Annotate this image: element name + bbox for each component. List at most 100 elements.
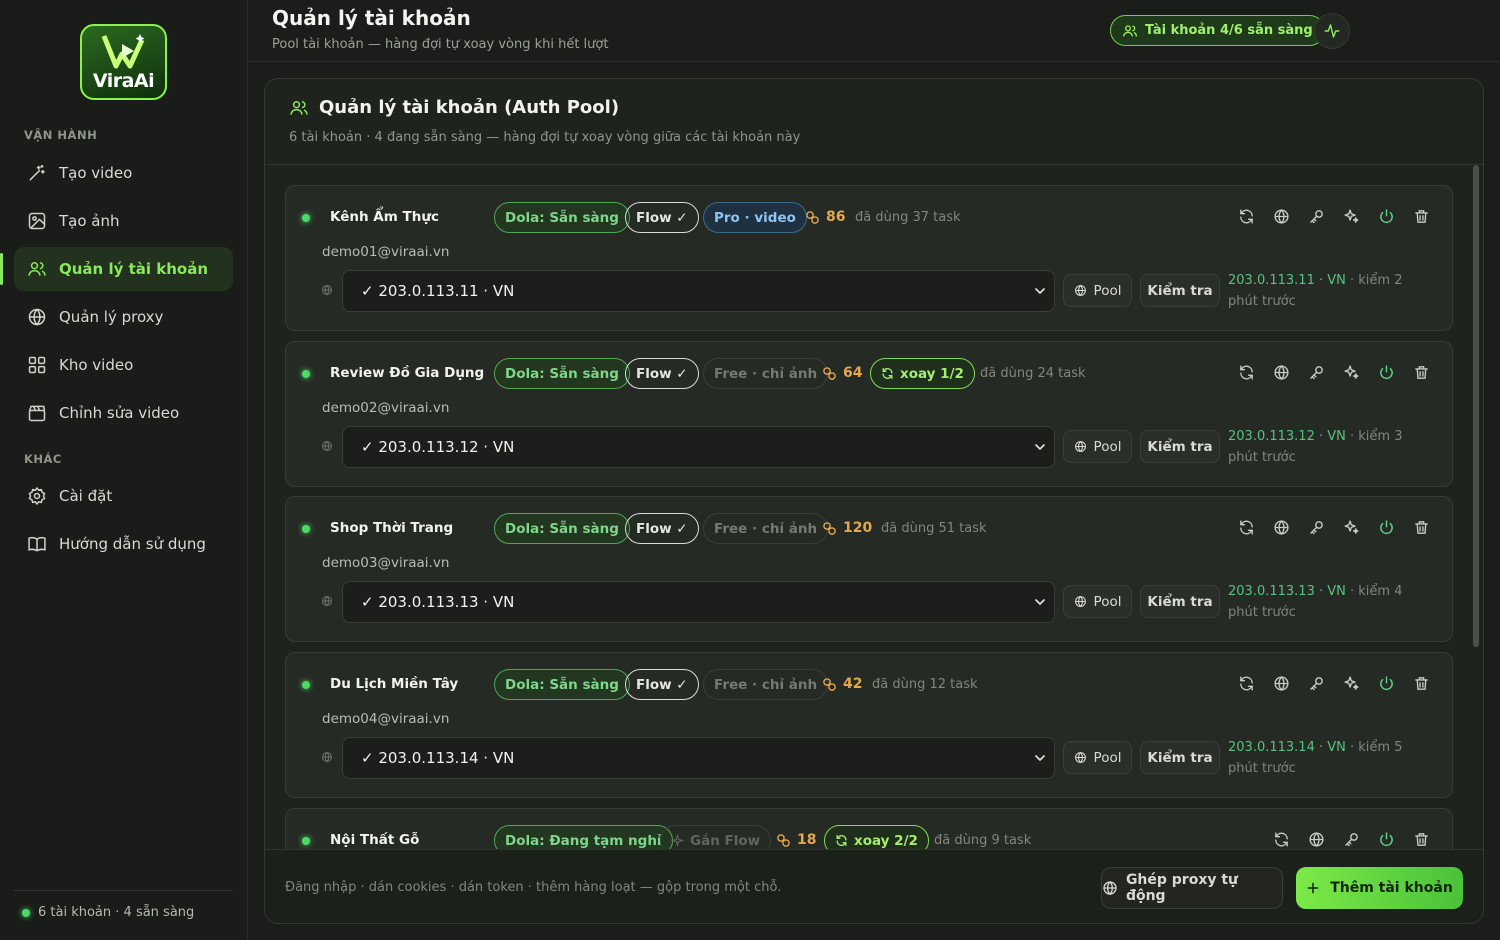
check-button[interactable]: Kiểm tra xyxy=(1140,274,1220,307)
power-icon[interactable] xyxy=(1378,364,1395,381)
wand-icon xyxy=(29,164,45,181)
nav-label: Tạo ảnh xyxy=(59,212,120,230)
scrollbar[interactable] xyxy=(1473,165,1479,647)
app-logo[interactable]: ViraAi xyxy=(80,24,167,100)
flow-status-badge[interactable]: Flow ✓ xyxy=(625,669,699,700)
proxy-select[interactable]: ✓ 203.0.113.14 · VN xyxy=(342,737,1055,779)
credits-value: 86 xyxy=(826,209,846,225)
sparkle-icon[interactable] xyxy=(1343,519,1360,536)
proxy-ip: 203.0.113.14 · VN xyxy=(1228,740,1346,755)
logo-text: ViraAi xyxy=(92,70,155,92)
card-actions xyxy=(1238,364,1430,381)
nav-item-create-video[interactable]: Tạo video xyxy=(14,151,233,195)
trash-icon[interactable] xyxy=(1413,675,1430,692)
proxy-select-value: ✓ 203.0.113.14 · VN xyxy=(361,749,515,767)
credits-count: 64 xyxy=(822,365,862,381)
trash-icon[interactable] xyxy=(1413,519,1430,536)
proxy-ip: 203.0.113.13 · VN xyxy=(1228,584,1346,599)
trash-icon[interactable] xyxy=(1413,364,1430,381)
account-status-pill[interactable]: Tài khoản 4/6 sẵn sàng xyxy=(1110,15,1325,46)
dola-status-badge[interactable]: Dola: Đang tạm nghỉ xyxy=(494,825,673,849)
auto-proxy-button[interactable]: Ghép proxy tự động xyxy=(1101,867,1283,909)
nav-item-settings[interactable]: Cài đặt xyxy=(14,474,233,518)
power-icon[interactable] xyxy=(1378,831,1395,848)
check-button[interactable]: Kiểm tra xyxy=(1140,585,1220,618)
key-icon[interactable] xyxy=(1308,364,1325,381)
nav-item-accounts[interactable]: Quản lý tài khoản xyxy=(0,247,233,291)
dola-status-badge[interactable]: Dola: Sẵn sàng xyxy=(494,669,630,700)
nav-label: Quản lý tài khoản xyxy=(59,260,209,278)
flow-status-badge[interactable]: Flow ✓ xyxy=(625,513,699,544)
globe-icon[interactable] xyxy=(1308,831,1325,848)
key-icon[interactable] xyxy=(1343,831,1360,848)
sparkle-icon[interactable] xyxy=(1343,208,1360,225)
globe-icon xyxy=(321,440,333,456)
key-icon[interactable] xyxy=(1308,208,1325,225)
dola-status-badge[interactable]: Dola: Sẵn sàng xyxy=(494,513,630,544)
nav-item-edit-video[interactable]: Chỉnh sửa video xyxy=(14,391,233,435)
refresh-icon[interactable] xyxy=(1238,364,1255,381)
key-icon[interactable] xyxy=(1308,675,1325,692)
refresh-icon[interactable] xyxy=(1238,208,1255,225)
globe-icon[interactable] xyxy=(1273,675,1290,692)
credits-value: 18 xyxy=(797,832,817,848)
nav-item-video-library[interactable]: Kho video xyxy=(14,343,233,387)
globe-icon[interactable] xyxy=(1273,519,1290,536)
account-name: Kênh Ẩm Thực xyxy=(330,209,439,225)
coins-icon xyxy=(823,521,836,535)
account-name: Du Lịch Miền Tây xyxy=(330,676,459,692)
trash-icon[interactable] xyxy=(1413,831,1430,848)
pool-button[interactable]: Pool xyxy=(1063,430,1132,463)
proxy-select[interactable]: ✓ 203.0.113.13 · VN xyxy=(342,581,1055,623)
nav-item-proxy[interactable]: Quản lý proxy xyxy=(14,295,233,339)
globe-icon[interactable] xyxy=(1273,364,1290,381)
check-button[interactable]: Kiểm tra xyxy=(1140,430,1220,463)
used-tasks: đã dùng 24 task xyxy=(980,366,1086,381)
sidebar-footer: 6 tài khoản · 4 sẵn sàng xyxy=(14,890,233,920)
proxy-check-info: 203.0.113.13 · VN · kiểm 4 phút trước xyxy=(1228,581,1428,623)
refresh-icon[interactable] xyxy=(1273,831,1290,848)
add-account-button[interactable]: Thêm tài khoản xyxy=(1296,867,1463,909)
panel-footer: Đăng nhập · dán cookies · dán token · th… xyxy=(265,849,1483,923)
auth-pool-panel: Quản lý tài khoản (Auth Pool) 6 tài khoả… xyxy=(264,78,1484,924)
pool-button[interactable]: Pool xyxy=(1063,274,1132,307)
flow-status-badge[interactable]: Flow ✓ xyxy=(625,358,699,389)
pool-label: Pool xyxy=(1093,438,1122,455)
check-button[interactable]: Kiểm tra xyxy=(1140,741,1220,774)
power-icon[interactable] xyxy=(1378,208,1395,225)
proxy-select[interactable]: ✓ 203.0.113.11 · VN xyxy=(342,270,1055,312)
sparkle-icon[interactable] xyxy=(1343,675,1360,692)
pool-label: Pool xyxy=(1093,282,1122,299)
auto-proxy-label: Ghép proxy tự động xyxy=(1125,872,1239,904)
pool-label: Pool xyxy=(1093,749,1122,766)
key-icon[interactable] xyxy=(1308,519,1325,536)
rotate-icon xyxy=(836,834,847,847)
link-flow-button[interactable]: Gắn Flow xyxy=(660,825,772,849)
power-icon[interactable] xyxy=(1378,519,1395,536)
rotate-icon xyxy=(882,367,893,380)
account-list[interactable]: Kênh Ẩm Thực Dola: Sẵn sàng Flow ✓ Pro · vi… xyxy=(265,165,1483,849)
coins-icon xyxy=(806,210,819,224)
account-card: Kênh Ẩm Thực Dola: Sẵn sàng Flow ✓ Pro · vi… xyxy=(285,185,1453,331)
nav-item-create-image[interactable]: Tạo ảnh xyxy=(14,199,233,243)
dola-status-badge[interactable]: Dola: Sẵn sàng xyxy=(494,202,630,233)
card-actions xyxy=(1273,831,1430,848)
nav-item-guide[interactable]: Hướng dẫn sử dụng xyxy=(14,522,233,566)
dola-status-badge[interactable]: Dola: Sẵn sàng xyxy=(494,358,630,389)
page-title: Quản lý tài khoản xyxy=(272,6,471,30)
pool-button[interactable]: Pool xyxy=(1063,741,1132,774)
proxy-select[interactable]: ✓ 203.0.113.12 · VN xyxy=(342,426,1055,468)
pool-button[interactable]: Pool xyxy=(1063,585,1132,618)
activity-button[interactable] xyxy=(1314,13,1350,49)
trash-icon[interactable] xyxy=(1413,208,1430,225)
globe-icon xyxy=(321,595,333,611)
refresh-icon[interactable] xyxy=(1238,675,1255,692)
refresh-icon[interactable] xyxy=(1238,519,1255,536)
globe-icon[interactable] xyxy=(1273,208,1290,225)
sparkle-icon[interactable] xyxy=(1343,364,1360,381)
proxy-ip: 203.0.113.11 · VN xyxy=(1228,273,1346,288)
flow-status-badge[interactable]: Flow ✓ xyxy=(625,202,699,233)
account-name: Nội Thất Gỗ xyxy=(330,832,420,848)
card-actions xyxy=(1238,208,1430,225)
power-icon[interactable] xyxy=(1378,675,1395,692)
